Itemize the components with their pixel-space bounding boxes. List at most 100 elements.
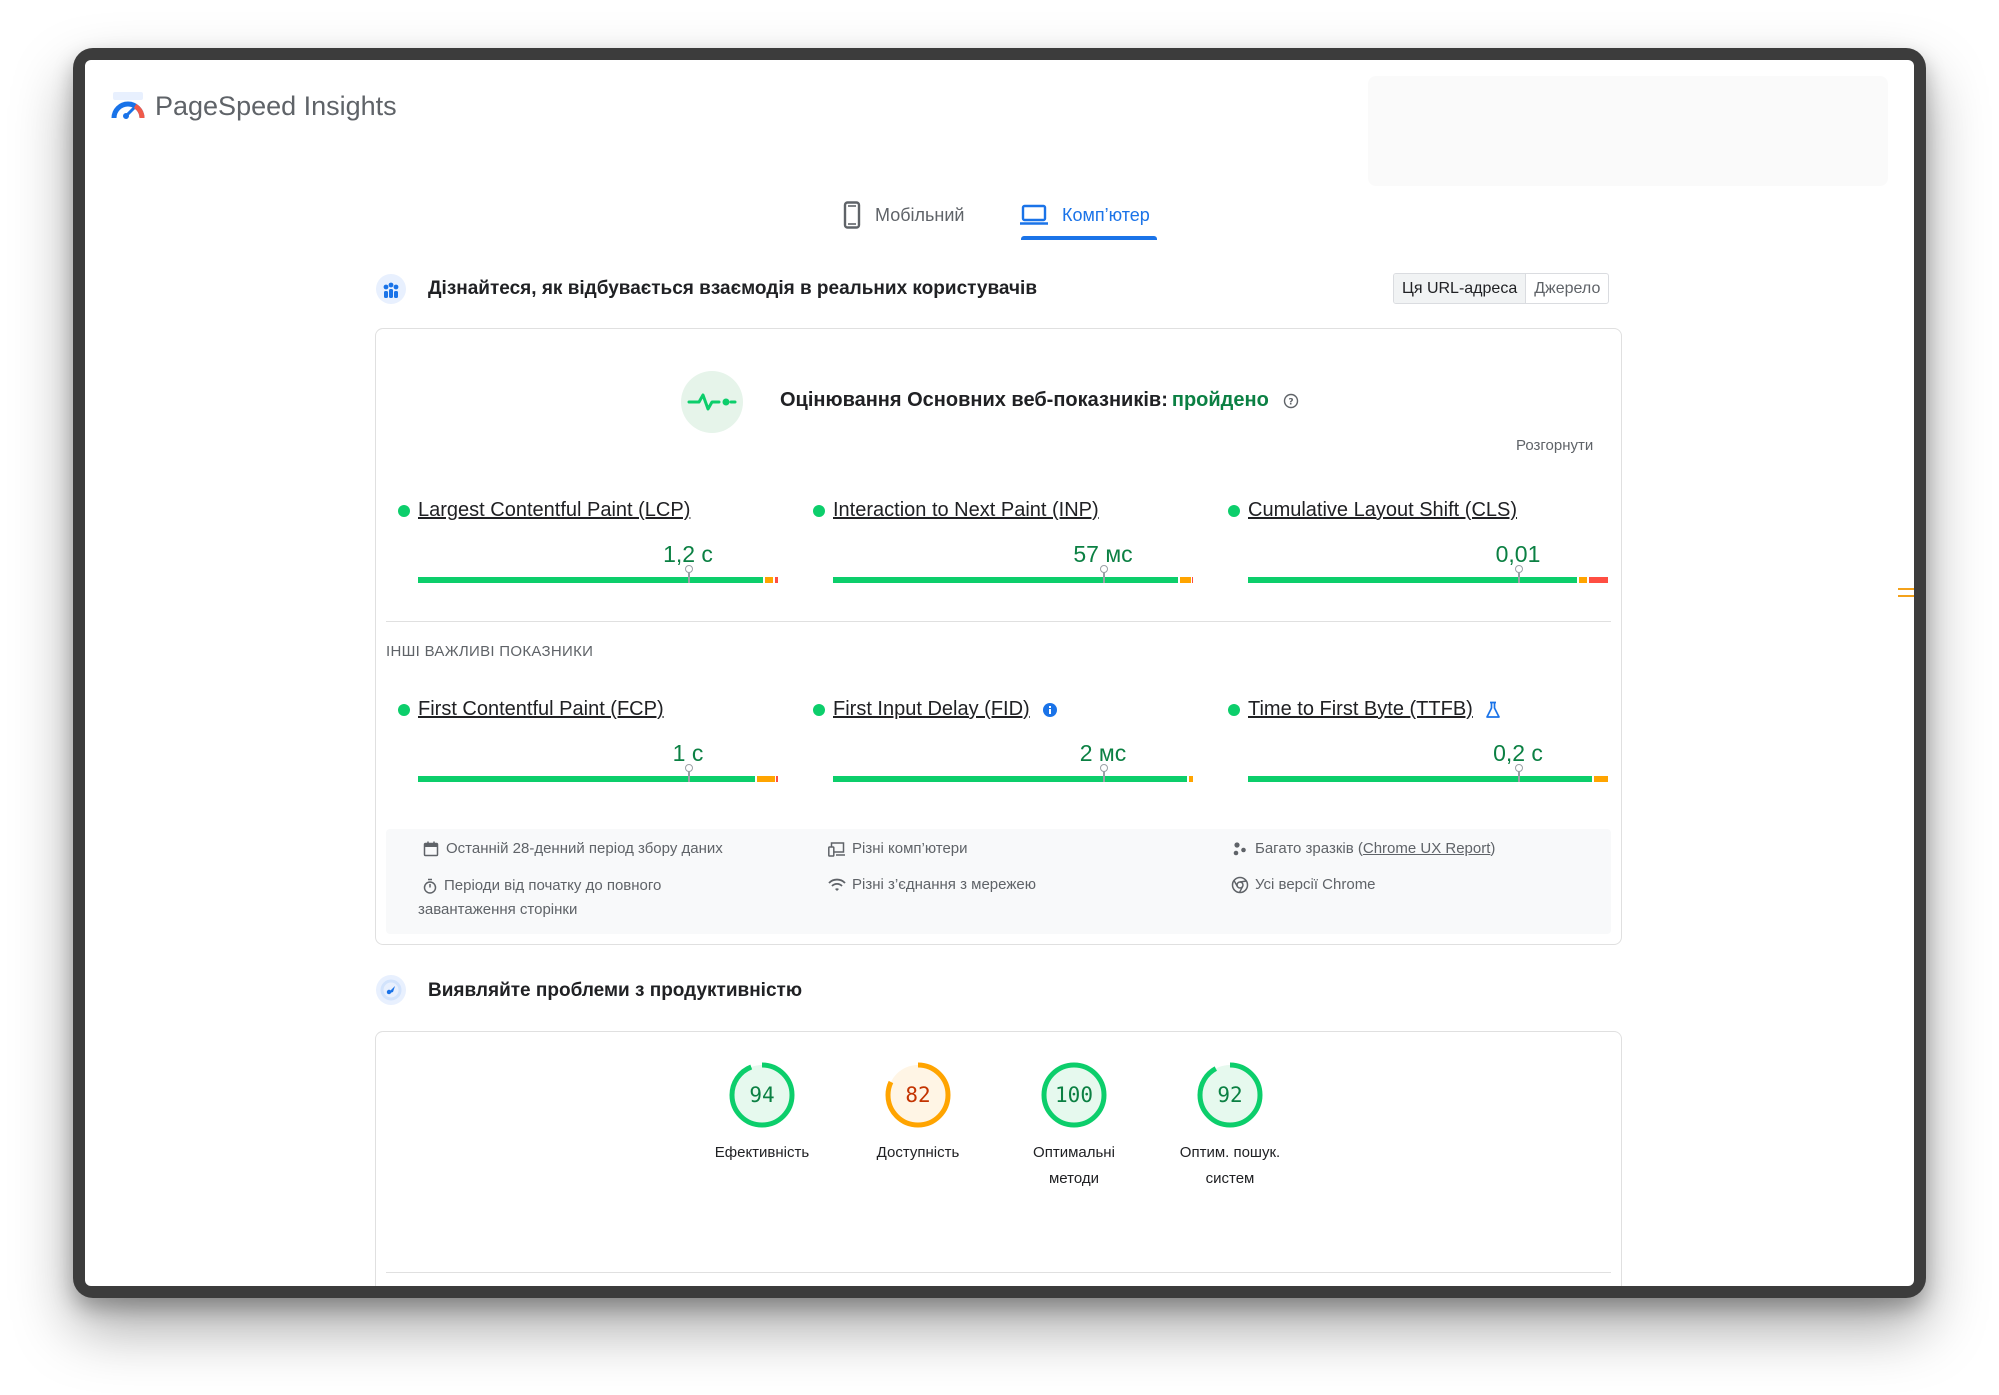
score-seo-value: 92 [1217, 1083, 1243, 1107]
score-accessibility-value: 82 [905, 1083, 931, 1107]
metric-cls-marker [1515, 565, 1523, 583]
people-icon [1233, 842, 1246, 856]
metric-ttfb-name[interactable]: Time to First Byte (TTFB) [1248, 698, 1473, 721]
score-best-practices-value: 100 [1055, 1083, 1093, 1107]
metric-fid-name[interactable]: First Input Delay (FID) [833, 698, 1030, 721]
info-network-text: Різні з’єднання з мережею [852, 876, 1036, 893]
stopwatch-icon [423, 878, 437, 894]
info-samples-text: Багато зразків (Chrome UX Report) [1255, 840, 1496, 857]
info-icon[interactable] [1042, 702, 1058, 718]
info-devices: Різні комп’ютери [828, 837, 968, 861]
pulse-icon [687, 393, 737, 411]
active-tab-indicator [1021, 236, 1157, 240]
browser-screen: PageSpeed Insights Мобільний Комп’ютер Д… [85, 60, 1914, 1286]
status-dot [398, 703, 410, 716]
lab-data-icon [375, 974, 407, 1006]
devices-icon [828, 842, 845, 857]
field-data-card: Оцінювання Основних веб-показників: пройд… [375, 328, 1622, 945]
device-frame: PageSpeed Insights Мобільний Комп’ютер Д… [73, 48, 1926, 1298]
info-samples: Багато зразків (Chrome UX Report) [1231, 837, 1495, 861]
metric-ttfb-marker [1515, 764, 1523, 782]
metric-lcp-value: 1,2 с [663, 541, 713, 567]
status-dot [813, 504, 825, 517]
metric-ttfb-value: 0,2 с [1493, 740, 1543, 766]
data-source-toggle[interactable]: Ця URL-адреса Джерело [1393, 273, 1610, 304]
score-performance[interactable]: 94 Ефективність [702, 1062, 822, 1166]
laptop-icon [1020, 204, 1048, 225]
toggle-this-url[interactable]: Ця URL-адреса [1394, 274, 1527, 303]
metric-inp-distribution [833, 565, 1193, 583]
calendar-icon [423, 841, 439, 857]
info-duration-text: Періоди від початку до повного завантаже… [418, 877, 662, 918]
score-accessibility[interactable]: 82 Доступність [858, 1062, 978, 1166]
chrome-ux-report-link[interactable]: Chrome UX Report [1363, 840, 1491, 857]
metric-cls-value: 0,01 [1495, 541, 1541, 567]
tab-desktop-label: Комп’ютер [1062, 204, 1150, 225]
score-best-practices[interactable]: 100 Оптимальні методи [1014, 1062, 1134, 1192]
metric-lcp: Largest Contentful Paint (LCP) 1,2 с [398, 499, 778, 589]
metric-lcp-marker [685, 565, 693, 583]
data-conditions-panel: Останній 28-денний період збору даних Пе… [386, 829, 1611, 934]
metric-ttfb: Time to First Byte (TTFB) 0,2 с [1228, 698, 1608, 788]
metric-cls-distribution [1248, 565, 1608, 583]
metric-fcp-marker [685, 764, 693, 782]
score-accessibility-label: Доступність [876, 1144, 960, 1161]
metric-inp-marker [1100, 565, 1108, 583]
app-title: PageSpeed Insights [155, 90, 397, 121]
info-period: Останній 28-денний період збору даних [422, 837, 723, 861]
metric-fcp-distribution [418, 764, 778, 782]
metric-inp-name[interactable]: Interaction to Next Paint (INP) [833, 499, 1099, 522]
metric-ttfb-distribution [1248, 764, 1608, 782]
metric-fid-marker [1100, 764, 1108, 782]
svg-text:?: ? [1288, 397, 1293, 407]
assessment-badge [681, 371, 743, 433]
metric-fcp-name[interactable]: First Contentful Paint (FCP) [418, 698, 664, 721]
metric-fid-distribution [833, 764, 1193, 782]
field-data-title: Дізнайтеся, як відбувається взаємодія в … [428, 278, 1037, 299]
assessment-label: Оцінювання Основних веб-показників: [780, 389, 1168, 411]
tab-mobile-label: Мобільний [875, 204, 965, 225]
metric-cls-name[interactable]: Cumulative Layout Shift (CLS) [1248, 499, 1517, 522]
lab-data-title: Виявляйте проблеми з продуктивністю [428, 980, 803, 1001]
tab-desktop[interactable]: Комп’ютер [1020, 190, 1150, 240]
info-devices-text: Різні комп’ютери [852, 840, 968, 857]
metric-fid-value: 2 мс [1079, 740, 1127, 766]
info-duration: Періоди від початку до повного завантаже… [418, 874, 748, 922]
tab-mobile[interactable]: Мобільний [843, 190, 964, 240]
status-dot [1228, 504, 1240, 517]
flask-icon[interactable] [1485, 701, 1501, 719]
search-area-placeholder [1368, 76, 1888, 186]
info-chrome-text: Усі версії Chrome [1255, 876, 1376, 893]
section-divider [386, 621, 1611, 622]
status-dot [398, 504, 410, 517]
info-network: Різні з’єднання з мережею [828, 873, 1036, 897]
app-logo[interactable]: PageSpeed Insights [111, 86, 397, 126]
metric-lcp-distribution [418, 565, 778, 583]
other-metrics-label: ІНШІ ВАЖЛИВІ ПОКАЗНИКИ [386, 643, 594, 660]
pagespeed-logo-icon [111, 92, 145, 119]
assessment-status: пройдено [1171, 389, 1269, 411]
help-icon[interactable]: ? [1283, 393, 1299, 409]
info-period-text: Останній 28-денний період збору даних [446, 840, 723, 857]
drag-handle-icon[interactable] [1898, 588, 1914, 597]
status-dot [1228, 703, 1240, 716]
metric-lcp-name[interactable]: Largest Contentful Paint (LCP) [418, 499, 690, 522]
cwv-assessment: Оцінювання Основних веб-показників: пройд… [780, 389, 1299, 412]
metric-fid: First Input Delay (FID) 2 мс [813, 698, 1193, 788]
toggle-origin[interactable]: Джерело [1526, 274, 1608, 303]
chrome-icon [1231, 876, 1249, 894]
status-dot [813, 703, 825, 716]
section-divider [386, 1272, 1611, 1273]
metric-inp-value: 57 мс [1073, 541, 1133, 567]
lab-scores-card: 94 Ефективність 82 Доступність 100 Оптим… [375, 1031, 1622, 1286]
metric-cls: Cumulative Layout Shift (CLS) 0,01 [1228, 499, 1608, 589]
metric-fcp-value: 1 с [672, 740, 704, 766]
score-performance-value: 94 [749, 1083, 775, 1107]
wifi-icon [828, 878, 846, 891]
expand-button[interactable]: Розгорнути [1516, 437, 1593, 454]
score-best-practices-label: Оптимальні методи [1033, 1144, 1115, 1187]
score-seo[interactable]: 92 Оптим. пошук. систем [1170, 1062, 1290, 1192]
metric-fcp: First Contentful Paint (FCP) 1 с [398, 698, 778, 788]
metric-inp: Interaction to Next Paint (INP) 57 мс [813, 499, 1193, 589]
phone-icon [843, 201, 861, 229]
